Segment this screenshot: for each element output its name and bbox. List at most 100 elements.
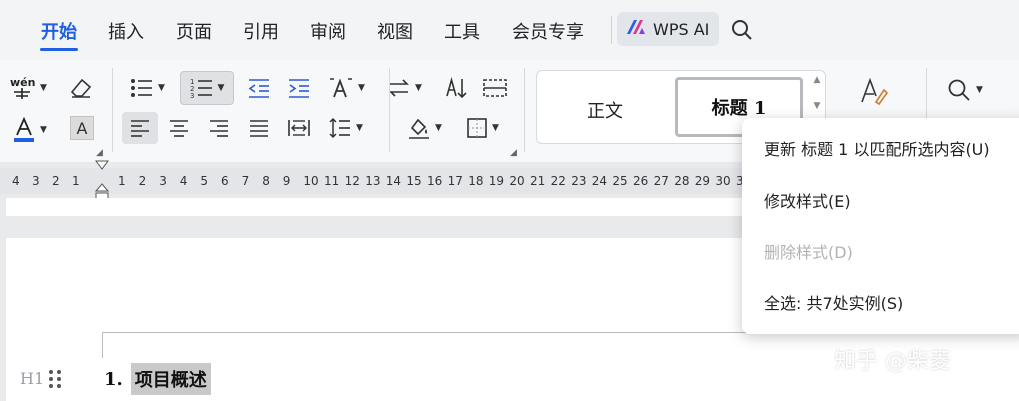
phonetic-guide-button[interactable]: wén ▼ <box>10 76 47 100</box>
search-icon[interactable] <box>730 18 754 46</box>
chevron-down-icon: ▼ <box>356 123 363 133</box>
ruler-tick-label: 13 <box>365 174 381 188</box>
select-all-instances-menu-item[interactable]: 全选: 共7处实例(S) <box>764 290 903 314</box>
style-context-menu: 更新 标题 1 以匹配所选内容(U) 修改样式(E) 删除样式(D) 全选: 共… <box>742 118 1019 334</box>
chevron-up-icon[interactable]: ▲ <box>811 75 823 85</box>
character-shading-button[interactable]: A <box>70 116 94 140</box>
modify-style-menu-item[interactable]: 修改样式(E) <box>764 188 851 212</box>
font-color-icon <box>12 117 36 143</box>
ruler-tick-label: 3 <box>32 174 40 188</box>
show-hide-button[interactable] <box>482 76 508 100</box>
group-divider <box>112 68 113 152</box>
paragraph-dialog-launcher-icon[interactable]: ◢ <box>510 148 517 158</box>
styles-pane-button[interactable] <box>858 74 890 110</box>
outdent-icon <box>247 77 271 99</box>
chevron-down-icon: ▼ <box>435 123 442 133</box>
chevron-down-icon: ▼ <box>492 123 499 133</box>
justify-icon <box>248 118 270 138</box>
tab-view[interactable]: 视图 <box>377 18 413 44</box>
line-spacing-icon <box>328 117 352 139</box>
line-spacing-button[interactable]: ▼ <box>328 116 363 140</box>
paragraph-direction-button[interactable]: ▼ <box>387 76 422 100</box>
find-button[interactable]: ▼ <box>946 76 983 104</box>
menu-bar: 开始 插入 页面 引用 审阅 视图 工具 会员专享 WPS AI <box>0 0 1019 60</box>
tab-review[interactable]: 审阅 <box>310 18 346 44</box>
shading-button[interactable]: ▼ <box>407 116 442 140</box>
swap-arrows-icon <box>387 77 411 99</box>
ruler-tick-label: 28 <box>674 174 690 188</box>
drag-handle-icon[interactable] <box>48 369 62 393</box>
ruler-tick-label: 16 <box>427 174 443 188</box>
distributed-button[interactable] <box>287 116 311 140</box>
ruler-tick-label: 10 <box>303 174 319 188</box>
font-dialog-launcher-icon[interactable]: ◢ <box>96 148 103 158</box>
clear-format-button[interactable] <box>68 76 94 100</box>
text-boundary-corner <box>102 332 103 358</box>
chevron-down-icon: ▼ <box>415 83 422 93</box>
numbered-list-icon: 123 <box>190 77 214 99</box>
heading-number: 1. <box>104 368 123 390</box>
align-left-button[interactable] <box>122 112 158 144</box>
align-right-icon <box>208 118 230 138</box>
ruler-tick-label: 11 <box>324 174 340 188</box>
increase-indent-button[interactable] <box>287 76 311 100</box>
ruler-tick-label: 6 <box>221 174 229 188</box>
ruler-tick-label: 1 <box>118 174 126 188</box>
tab-home[interactable]: 开始 <box>41 18 77 44</box>
chevron-down-icon: ▼ <box>976 85 983 95</box>
phonetic-guide-icon: wén <box>10 76 36 100</box>
style-brush-icon <box>858 76 890 108</box>
tab-references[interactable]: 引用 <box>243 18 279 44</box>
borders-button[interactable]: ▼ <box>466 116 499 140</box>
ruler-tick-label: 4 <box>12 174 20 188</box>
align-center-icon <box>168 118 190 138</box>
ruler-tick-label: 7 <box>241 174 250 188</box>
justify-button[interactable] <box>248 116 270 140</box>
document-heading[interactable]: 1. 项目概述 <box>104 363 211 395</box>
ruler-tick-label: 17 <box>447 174 463 188</box>
ruler-tick-label: 21 <box>530 174 546 188</box>
tab-tools[interactable]: 工具 <box>444 18 480 44</box>
ruler-tick-label: 24 <box>591 174 608 188</box>
table-grid-icon <box>482 77 508 99</box>
ruler-tick-label: 2 <box>52 174 60 188</box>
style-normal[interactable]: 正文 <box>587 97 623 123</box>
indent-icon <box>287 77 311 99</box>
heading-text-selected[interactable]: 项目概述 <box>130 363 211 395</box>
heading-level-marker: H1 <box>20 369 45 388</box>
wps-ai-button[interactable]: WPS AI <box>617 12 719 46</box>
ruler-tick-label: 18 <box>468 174 484 188</box>
bullets-button[interactable]: ▼ <box>130 76 165 100</box>
paint-bucket-icon <box>407 116 431 140</box>
numbering-button[interactable]: 123 ▼ <box>180 71 234 105</box>
chevron-down-icon: ▼ <box>217 83 225 93</box>
ruler-tick-label: 22 <box>550 174 566 188</box>
ruler-tick-label: 1 <box>72 174 80 188</box>
text-direction-button[interactable]: ▼ <box>328 76 365 100</box>
bullet-list-icon <box>130 77 154 99</box>
tab-insert[interactable]: 插入 <box>108 18 144 44</box>
sort-icon <box>444 76 468 100</box>
align-right-button[interactable] <box>208 116 230 140</box>
group-divider <box>524 68 525 152</box>
update-style-menu-item[interactable]: 更新 标题 1 以匹配所选内容(U) <box>764 136 990 160</box>
ruler-tick-label: 27 <box>653 174 669 188</box>
font-color-button[interactable]: ▼ <box>12 116 47 144</box>
ruler-tick-label: 9 <box>282 174 291 188</box>
chevron-down-icon: ▼ <box>40 83 47 93</box>
ruler-tick-label: 2 <box>138 174 147 188</box>
tab-page[interactable]: 页面 <box>176 18 212 44</box>
sort-button[interactable] <box>444 76 468 100</box>
chevron-down-icon: ▼ <box>358 83 365 93</box>
decrease-indent-button[interactable] <box>247 76 271 100</box>
tab-member[interactable]: 会员专享 <box>512 18 584 44</box>
ruler-tick-label: 3 <box>159 174 167 188</box>
chevron-down-icon: ▼ <box>40 125 47 135</box>
ruler-tick-label: 19 <box>488 174 505 188</box>
ruler-tick-label: 5 <box>200 174 209 188</box>
ruler-tick-label: 14 <box>385 174 402 188</box>
ruler-tick-label: 12 <box>344 174 360 188</box>
ruler-tick-label: 8 <box>262 174 270 188</box>
align-center-button[interactable] <box>168 116 190 140</box>
chevron-down-icon[interactable]: ▼ <box>811 101 823 111</box>
